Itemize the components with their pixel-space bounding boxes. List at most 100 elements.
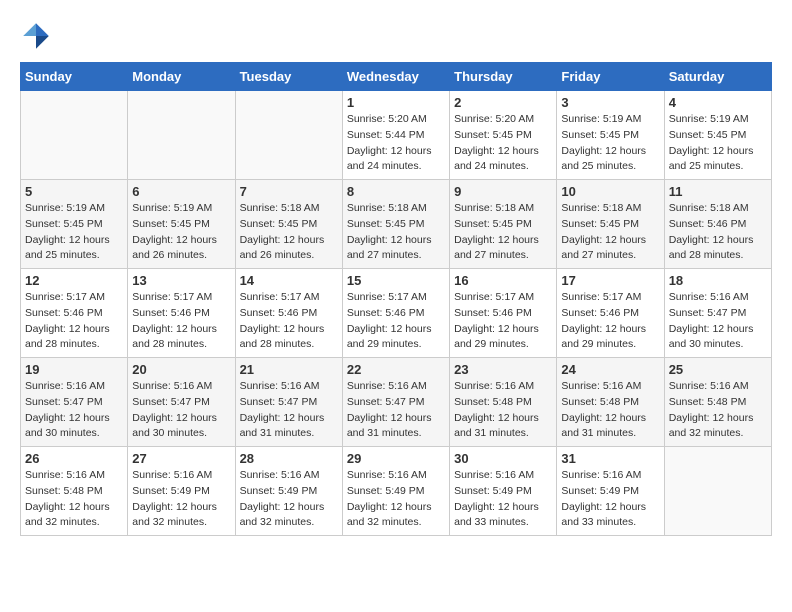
day-of-week-thursday: Thursday (450, 63, 557, 91)
calendar-cell: 5 Sunrise: 5:19 AM Sunset: 5:45 PM Daylig… (21, 180, 128, 269)
day-number: 10 (561, 184, 659, 199)
calendar-cell: 29 Sunrise: 5:16 AM Sunset: 5:49 PM Dayli… (342, 447, 449, 536)
day-info: Sunrise: 5:20 AM Sunset: 5:44 PM Dayligh… (347, 112, 445, 175)
day-info: Sunrise: 5:16 AM Sunset: 5:49 PM Dayligh… (240, 468, 338, 531)
day-number: 4 (669, 95, 767, 110)
calendar-week-3: 12 Sunrise: 5:17 AM Sunset: 5:46 PM Dayli… (21, 269, 772, 358)
day-info: Sunrise: 5:18 AM Sunset: 5:45 PM Dayligh… (347, 201, 445, 264)
day-number: 19 (25, 362, 123, 377)
calendar-cell: 4 Sunrise: 5:19 AM Sunset: 5:45 PM Daylig… (664, 91, 771, 180)
day-of-week-saturday: Saturday (664, 63, 771, 91)
day-info: Sunrise: 5:18 AM Sunset: 5:45 PM Dayligh… (561, 201, 659, 264)
day-info: Sunrise: 5:16 AM Sunset: 5:48 PM Dayligh… (454, 379, 552, 442)
day-number: 7 (240, 184, 338, 199)
calendar-cell: 14 Sunrise: 5:17 AM Sunset: 5:46 PM Dayli… (235, 269, 342, 358)
day-number: 23 (454, 362, 552, 377)
day-info: Sunrise: 5:16 AM Sunset: 5:49 PM Dayligh… (132, 468, 230, 531)
day-info: Sunrise: 5:18 AM Sunset: 5:46 PM Dayligh… (669, 201, 767, 264)
calendar-header: SundayMondayTuesdayWednesdayThursdayFrid… (21, 63, 772, 91)
day-number: 5 (25, 184, 123, 199)
calendar-cell: 1 Sunrise: 5:20 AM Sunset: 5:44 PM Daylig… (342, 91, 449, 180)
day-info: Sunrise: 5:16 AM Sunset: 5:47 PM Dayligh… (347, 379, 445, 442)
day-info: Sunrise: 5:16 AM Sunset: 5:47 PM Dayligh… (240, 379, 338, 442)
calendar-cell: 11 Sunrise: 5:18 AM Sunset: 5:46 PM Dayli… (664, 180, 771, 269)
day-number: 6 (132, 184, 230, 199)
day-info: Sunrise: 5:19 AM Sunset: 5:45 PM Dayligh… (132, 201, 230, 264)
day-info: Sunrise: 5:17 AM Sunset: 5:46 PM Dayligh… (25, 290, 123, 353)
calendar-cell: 3Sunrise: 5:19 AM Sunset: 5:45 PM Daylig… (557, 91, 664, 180)
day-info: Sunrise: 5:18 AM Sunset: 5:45 PM Dayligh… (454, 201, 552, 264)
calendar-cell: 28 Sunrise: 5:16 AM Sunset: 5:49 PM Dayli… (235, 447, 342, 536)
calendar-body: 1 Sunrise: 5:20 AM Sunset: 5:44 PM Daylig… (21, 91, 772, 536)
day-info: Sunrise: 5:16 AM Sunset: 5:48 PM Dayligh… (669, 379, 767, 442)
day-number: 21 (240, 362, 338, 377)
day-info: Sunrise: 5:19 AM Sunset: 5:45 PM Dayligh… (25, 201, 123, 264)
logo-icon (20, 20, 52, 52)
day-of-week-friday: Friday (557, 63, 664, 91)
day-info: Sunrise: 5:17 AM Sunset: 5:46 PM Dayligh… (454, 290, 552, 353)
calendar-cell: 8 Sunrise: 5:18 AM Sunset: 5:45 PM Daylig… (342, 180, 449, 269)
day-number: 28 (240, 451, 338, 466)
day-number: 1 (347, 95, 445, 110)
calendar-week-2: 5 Sunrise: 5:19 AM Sunset: 5:45 PM Daylig… (21, 180, 772, 269)
day-info: Sunrise: 5:17 AM Sunset: 5:46 PM Dayligh… (561, 290, 659, 353)
day-info: Sunrise: 5:16 AM Sunset: 5:49 PM Dayligh… (454, 468, 552, 531)
day-info: Sunrise: 5:17 AM Sunset: 5:46 PM Dayligh… (132, 290, 230, 353)
day-number: 13 (132, 273, 230, 288)
calendar-cell: 20Sunrise: 5:16 AM Sunset: 5:47 PM Dayli… (128, 358, 235, 447)
day-number: 17 (561, 273, 659, 288)
day-number: 25 (669, 362, 767, 377)
day-info: Sunrise: 5:18 AM Sunset: 5:45 PM Dayligh… (240, 201, 338, 264)
day-number: 30 (454, 451, 552, 466)
day-info: Sunrise: 5:16 AM Sunset: 5:47 PM Dayligh… (132, 379, 230, 442)
calendar-cell: 18 Sunrise: 5:16 AM Sunset: 5:47 PM Dayli… (664, 269, 771, 358)
day-number: 14 (240, 273, 338, 288)
day-info: Sunrise: 5:16 AM Sunset: 5:47 PM Dayligh… (669, 290, 767, 353)
calendar-cell: 30 Sunrise: 5:16 AM Sunset: 5:49 PM Dayli… (450, 447, 557, 536)
day-info: Sunrise: 5:16 AM Sunset: 5:49 PM Dayligh… (561, 468, 659, 531)
day-number: 9 (454, 184, 552, 199)
calendar-cell: 24Sunrise: 5:16 AM Sunset: 5:48 PM Dayli… (557, 358, 664, 447)
calendar-cell: 25 Sunrise: 5:16 AM Sunset: 5:48 PM Dayli… (664, 358, 771, 447)
calendar-cell (664, 447, 771, 536)
day-number: 12 (25, 273, 123, 288)
day-number: 22 (347, 362, 445, 377)
calendar-cell: 31Sunrise: 5:16 AM Sunset: 5:49 PM Dayli… (557, 447, 664, 536)
day-number: 3 (561, 95, 659, 110)
calendar-cell: 2 Sunrise: 5:20 AM Sunset: 5:45 PM Daylig… (450, 91, 557, 180)
day-info: Sunrise: 5:17 AM Sunset: 5:46 PM Dayligh… (240, 290, 338, 353)
calendar-week-4: 19 Sunrise: 5:16 AM Sunset: 5:47 PM Dayli… (21, 358, 772, 447)
calendar-cell: 26 Sunrise: 5:16 AM Sunset: 5:48 PM Dayli… (21, 447, 128, 536)
calendar-cell (21, 91, 128, 180)
day-number: 2 (454, 95, 552, 110)
calendar-cell: 21 Sunrise: 5:16 AM Sunset: 5:47 PM Dayli… (235, 358, 342, 447)
day-number: 29 (347, 451, 445, 466)
day-number: 15 (347, 273, 445, 288)
day-number: 11 (669, 184, 767, 199)
calendar-cell (235, 91, 342, 180)
logo (20, 20, 56, 52)
day-number: 18 (669, 273, 767, 288)
day-info: Sunrise: 5:16 AM Sunset: 5:48 PM Dayligh… (25, 468, 123, 531)
day-number: 27 (132, 451, 230, 466)
calendar-week-1: 1 Sunrise: 5:20 AM Sunset: 5:44 PM Daylig… (21, 91, 772, 180)
calendar-cell: 16 Sunrise: 5:17 AM Sunset: 5:46 PM Dayli… (450, 269, 557, 358)
day-info: Sunrise: 5:16 AM Sunset: 5:47 PM Dayligh… (25, 379, 123, 442)
day-info: Sunrise: 5:20 AM Sunset: 5:45 PM Dayligh… (454, 112, 552, 175)
calendar-cell: 23 Sunrise: 5:16 AM Sunset: 5:48 PM Dayli… (450, 358, 557, 447)
day-info: Sunrise: 5:17 AM Sunset: 5:46 PM Dayligh… (347, 290, 445, 353)
calendar-cell: 22 Sunrise: 5:16 AM Sunset: 5:47 PM Dayli… (342, 358, 449, 447)
calendar-cell: 6 Sunrise: 5:19 AM Sunset: 5:45 PM Daylig… (128, 180, 235, 269)
day-number: 16 (454, 273, 552, 288)
day-number: 8 (347, 184, 445, 199)
calendar-cell: 10 Sunrise: 5:18 AM Sunset: 5:45 PM Dayli… (557, 180, 664, 269)
day-number: 26 (25, 451, 123, 466)
calendar-cell (128, 91, 235, 180)
day-info: Sunrise: 5:16 AM Sunset: 5:49 PM Dayligh… (347, 468, 445, 531)
day-info: Sunrise: 5:19 AM Sunset: 5:45 PM Dayligh… (669, 112, 767, 175)
calendar-table: SundayMondayTuesdayWednesdayThursdayFrid… (20, 62, 772, 536)
calendar-cell: 19 Sunrise: 5:16 AM Sunset: 5:47 PM Dayli… (21, 358, 128, 447)
calendar-cell: 13 Sunrise: 5:17 AM Sunset: 5:46 PM Dayli… (128, 269, 235, 358)
calendar-cell: 17 Sunrise: 5:17 AM Sunset: 5:46 PM Dayli… (557, 269, 664, 358)
calendar-cell: 12 Sunrise: 5:17 AM Sunset: 5:46 PM Dayli… (21, 269, 128, 358)
